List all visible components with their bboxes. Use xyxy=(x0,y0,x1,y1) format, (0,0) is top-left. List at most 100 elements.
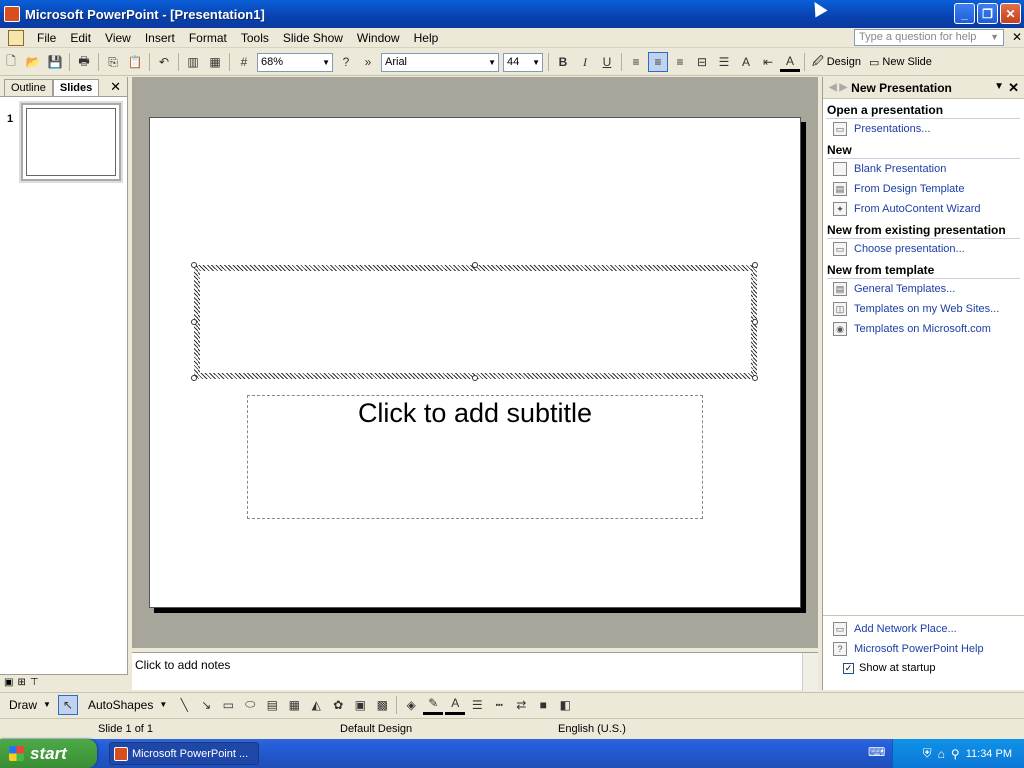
toolbar-options-icon[interactable]: » xyxy=(358,52,378,72)
line-icon[interactable]: ╲ xyxy=(174,695,194,715)
distribute-icon[interactable]: ⊟ xyxy=(692,52,712,72)
menu-tools[interactable]: Tools xyxy=(234,31,276,45)
clock[interactable]: 11:34 PM xyxy=(966,748,1012,760)
chevron-down-icon[interactable]: ▼ xyxy=(159,700,167,709)
menu-insert[interactable]: Insert xyxy=(138,31,182,45)
link-from-design-template[interactable]: ▤ From Design Template xyxy=(823,179,1024,199)
menu-window[interactable]: Window xyxy=(350,31,407,45)
line-color-icon[interactable]: ✎ xyxy=(423,695,444,715)
font-select[interactable]: Arial ▼ xyxy=(381,52,499,72)
resize-handle[interactable] xyxy=(191,262,197,268)
link-web-site-templates[interactable]: ◫ Templates on my Web Sites... xyxy=(823,299,1024,319)
text-box-icon[interactable]: ▤ xyxy=(262,695,282,715)
help-search-input[interactable]: Type a question for help ▼ xyxy=(854,29,1004,46)
paste-icon[interactable]: 📋 xyxy=(125,52,145,72)
link-microsoft-templates[interactable]: ◉ Templates on Microsoft.com xyxy=(823,319,1024,339)
slide-sorter-icon[interactable]: ⊞ xyxy=(17,677,25,688)
notes-scrollbar[interactable] xyxy=(802,653,818,691)
slide-show-icon[interactable]: ⊤ xyxy=(30,677,39,688)
powerpoint-app-icon[interactable] xyxy=(4,6,20,22)
resize-handle[interactable] xyxy=(472,262,478,268)
back-forward-icon[interactable]: ◀ ▶ xyxy=(829,82,847,93)
resize-handle[interactable] xyxy=(191,375,197,381)
link-presentations[interactable]: ▭ Presentations... xyxy=(823,119,1024,139)
link-add-network-place[interactable]: ▭ Add Network Place... xyxy=(823,619,1024,639)
start-button[interactable]: start xyxy=(0,739,97,768)
chevron-down-icon[interactable]: ▼ xyxy=(990,32,999,42)
resize-handle[interactable] xyxy=(472,375,478,381)
document-icon[interactable] xyxy=(8,29,24,46)
link-choose-presentation[interactable]: ▭ Choose presentation... xyxy=(823,239,1024,259)
title-placeholder[interactable] xyxy=(194,265,757,379)
keyboard-icon[interactable]: ⌨ xyxy=(868,745,885,761)
open-folder-icon[interactable]: 📂 xyxy=(23,52,43,72)
menu-format[interactable]: Format xyxy=(182,31,234,45)
arrow-style-icon[interactable]: ⇄ xyxy=(511,695,531,715)
save-icon[interactable]: 💾 xyxy=(45,52,65,72)
font-size-select[interactable]: 44 ▼ xyxy=(503,52,543,72)
menu-view[interactable]: View xyxy=(98,31,138,45)
search-icon[interactable]: ⚲ xyxy=(951,747,960,761)
diagram-icon[interactable]: ◭ xyxy=(306,695,326,715)
grid-icon[interactable]: # xyxy=(234,52,254,72)
3d-icon[interactable]: ◧ xyxy=(555,695,575,715)
zoom-select[interactable]: 68% ▼ xyxy=(257,52,333,72)
insert-chart-icon[interactable]: ▥ xyxy=(183,52,203,72)
title-bar[interactable]: Microsoft PowerPoint - [Presentation1] _… xyxy=(0,0,1024,28)
picture-icon[interactable]: ▣ xyxy=(350,695,370,715)
select-objects-icon[interactable]: ↖ xyxy=(57,694,78,715)
link-general-templates[interactable]: ▤ General Templates... xyxy=(823,279,1024,299)
link-powerpoint-help[interactable]: ? Microsoft PowerPoint Help xyxy=(823,639,1024,659)
network-icon[interactable]: ⌂ xyxy=(938,747,945,761)
resize-handle[interactable] xyxy=(752,375,758,381)
design-button[interactable]: 🖉 Design xyxy=(812,53,861,72)
underline-button[interactable]: U xyxy=(597,52,617,72)
taskbar-item-powerpoint[interactable]: Microsoft PowerPoint ... xyxy=(109,742,259,765)
italic-button[interactable]: I xyxy=(575,52,595,72)
clip-art-icon[interactable]: ✿ xyxy=(328,695,348,715)
shadow-icon[interactable]: ■ xyxy=(533,695,553,715)
show-at-startup-checkbox[interactable]: ✓ Show at startup xyxy=(823,659,1024,677)
autoshapes-menu[interactable]: AutoShapes xyxy=(88,698,153,712)
close-pane-icon[interactable]: ✕ xyxy=(110,79,121,95)
normal-view-icon[interactable]: ▣ xyxy=(4,677,13,688)
font-color-icon[interactable]: A xyxy=(445,695,466,715)
menu-edit[interactable]: Edit xyxy=(63,31,98,45)
subtitle-placeholder[interactable]: Click to add subtitle xyxy=(247,395,703,519)
insert-table-icon[interactable]: ▦ xyxy=(205,52,225,72)
chevron-down-icon[interactable]: ▼ xyxy=(994,81,1004,92)
security-shield-icon[interactable]: ⛨ xyxy=(923,746,932,761)
tab-outline[interactable]: Outline xyxy=(4,79,53,96)
new-file-icon[interactable]: 🗋 xyxy=(1,52,21,72)
wordart-icon[interactable]: ▦ xyxy=(284,695,304,715)
undo-icon[interactable]: ↶ xyxy=(154,52,174,72)
close-document-icon[interactable]: ✕ xyxy=(1012,30,1022,44)
slide-thumbnail[interactable] xyxy=(21,103,121,181)
link-autocontent-wizard[interactable]: ✦ From AutoContent Wizard xyxy=(823,199,1024,219)
slide[interactable]: Click to add subtitle xyxy=(149,117,801,608)
minimize-button[interactable]: _ xyxy=(954,3,975,24)
decrease-indent-icon[interactable]: ⇤ xyxy=(758,52,778,72)
menu-help[interactable]: Help xyxy=(407,31,446,45)
increase-font-icon[interactable]: A xyxy=(736,52,756,72)
print-icon[interactable]: 🖶 xyxy=(74,52,94,72)
rectangle-icon[interactable]: ▭ xyxy=(218,695,238,715)
line-style-icon[interactable]: ☰ xyxy=(467,695,487,715)
close-button[interactable]: ✕ xyxy=(1000,3,1021,24)
fill-color-icon[interactable]: ◈ xyxy=(401,695,421,715)
menu-file[interactable]: File xyxy=(30,31,63,45)
maximize-button[interactable]: ❐ xyxy=(977,3,998,24)
bullets-icon[interactable]: ☰ xyxy=(714,52,734,72)
close-task-pane-icon[interactable]: ✕ xyxy=(1008,80,1019,96)
draw-menu[interactable]: Draw xyxy=(9,698,37,712)
tab-slides[interactable]: Slides xyxy=(52,79,100,96)
copy-icon[interactable]: ⎘ xyxy=(103,52,123,72)
resize-handle[interactable] xyxy=(191,319,197,325)
new-slide-button[interactable]: ▭ New Slide xyxy=(869,56,932,69)
align-center-icon[interactable]: ≡ xyxy=(648,52,668,72)
resize-handle[interactable] xyxy=(752,319,758,325)
help-icon[interactable]: ? xyxy=(336,52,356,72)
image-icon[interactable]: ▩ xyxy=(372,695,392,715)
oval-icon[interactable]: ⬭ xyxy=(240,695,260,715)
link-blank-presentation[interactable]: Blank Presentation xyxy=(823,159,1024,179)
